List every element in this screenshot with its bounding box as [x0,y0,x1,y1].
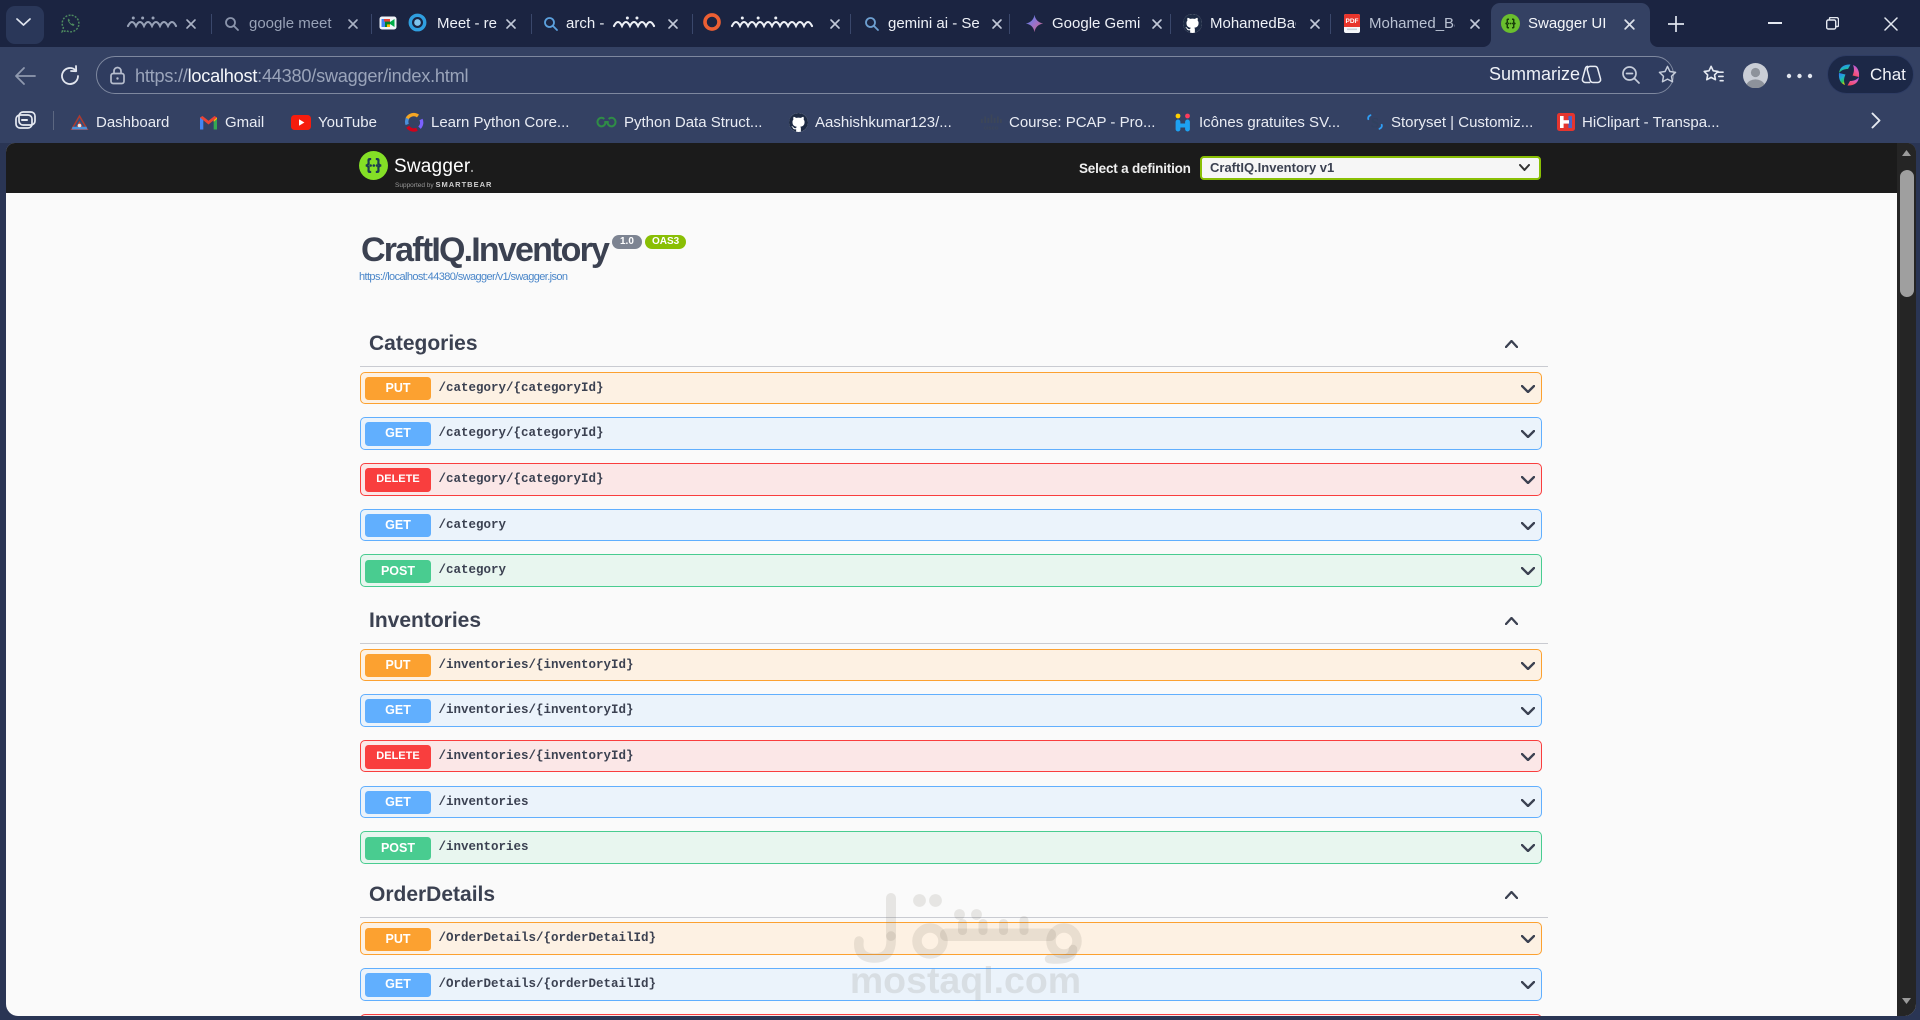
svg-text:PDF: PDF [1346,18,1359,25]
svg-text:cisco: cisco [984,126,999,132]
svg-text:mostaql.com: mostaql.com [850,959,1081,1001]
svg-text:S: S [1371,116,1379,132]
